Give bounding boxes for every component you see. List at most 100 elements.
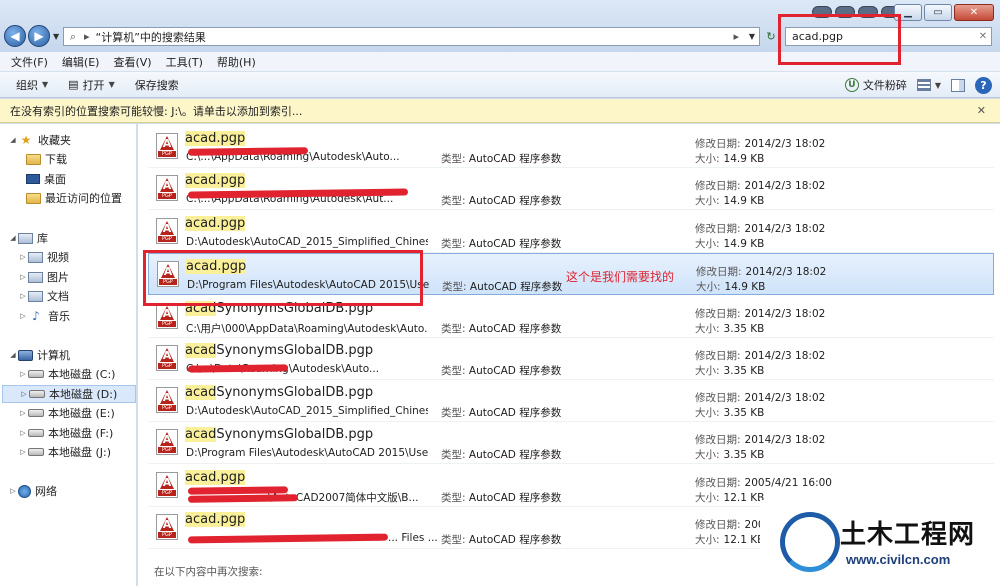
file-type: 类型: AutoCAD 程序参数 — [441, 407, 562, 419]
organize-label: 组织 — [16, 78, 38, 92]
forward-button[interactable]: ▶ — [28, 25, 50, 47]
address-dropdown-icon[interactable]: ▼ — [745, 32, 759, 41]
nav-desktop[interactable]: 桌面 — [26, 170, 66, 188]
menu-edit[interactable]: 编辑(E) — [55, 54, 107, 70]
file-type: 类型: AutoCAD 程序参数 — [441, 449, 562, 461]
organize-button[interactable]: 组织 ▼ — [6, 77, 58, 93]
address-path[interactable]: “计算机”中的搜索结果 — [96, 29, 732, 45]
search-folder-icon: ⌕ — [69, 29, 77, 43]
back-button[interactable]: ◀ — [4, 25, 26, 47]
nav-drive-f[interactable]: ▷ 本地磁盘 (F:) — [18, 424, 113, 442]
drive-icon — [28, 429, 44, 437]
result-row[interactable]: A PGP acad.pgp C:\...\AppData\Roaming\Aut… — [148, 126, 994, 168]
nav-videos[interactable]: ▷ 视频 — [18, 248, 69, 266]
maximize-button[interactable]: ▭ — [924, 4, 952, 21]
pgp-file-icon: A PGP — [156, 175, 178, 201]
result-row[interactable]: A PGP acad.pgp C:\...\AppData\Roaming\Aut… — [148, 168, 994, 210]
file-path: C:\用户\000\AppData\Roaming\Autodesk\Auto.… — [186, 323, 428, 335]
file-modified: 修改日期: 2014/2/3 18:02 — [695, 308, 826, 320]
preview-pane-icon[interactable] — [951, 78, 965, 92]
nav-drive-j[interactable]: ▷ 本地磁盘 (J:) — [18, 443, 111, 461]
clear-search-icon[interactable]: ✕ — [975, 31, 991, 42]
result-row[interactable]: A PGP acadSynonymsGlobalDB.pgp D:\Autodes… — [148, 380, 994, 422]
expand-arrow-icon[interactable]: ▷ — [19, 390, 29, 398]
open-button[interactable]: ▤ 打开 ▼ — [58, 77, 125, 93]
file-type: 类型: AutoCAD 程序参数 — [442, 281, 563, 293]
collapse-arrow-icon[interactable]: ◢ — [8, 351, 18, 359]
file-type: 类型: AutoCAD 程序参数 — [441, 195, 562, 207]
pgp-file-icon: A PGP — [156, 387, 178, 413]
expand-arrow-icon[interactable]: ▷ — [8, 487, 18, 495]
nav-label: 文档 — [47, 290, 69, 303]
nav-documents[interactable]: ▷ 文档 — [18, 287, 69, 305]
nav-label: 收藏夹 — [38, 134, 71, 147]
expand-arrow-icon[interactable]: ▷ — [18, 292, 28, 300]
help-icon[interactable]: ? — [975, 76, 992, 94]
result-row[interactable]: A PGP acad.pgp D:\Autodesk\AutoCAD_2015_S… — [148, 211, 994, 253]
search-highlight-box — [778, 14, 901, 65]
expand-arrow-icon[interactable]: ▷ — [18, 409, 28, 417]
file-modified: 修改日期: 2014/2/3 18:02 — [695, 434, 826, 446]
nav-drive-d[interactable]: ▷ 本地磁盘 (D:) — [2, 385, 136, 403]
nav-drive-e[interactable]: ▷ 本地磁盘 (E:) — [18, 404, 114, 422]
expand-arrow-icon[interactable]: ▷ — [18, 253, 28, 261]
breadcrumb-chevron-icon[interactable]: ▸ — [733, 30, 739, 43]
expand-arrow-icon[interactable]: ▷ — [18, 448, 28, 456]
star-icon: ★ — [20, 133, 32, 147]
file-name: acadSynonymsGlobalDB.pgp — [185, 427, 374, 442]
picture-library-icon — [28, 271, 43, 283]
history-dropdown-icon[interactable]: ▼ — [53, 32, 59, 41]
system-drive-icon — [28, 370, 44, 378]
nav-computer[interactable]: ◢ 计算机 — [8, 346, 70, 364]
expand-arrow-icon[interactable]: ▷ — [18, 429, 28, 437]
collapse-arrow-icon[interactable]: ◢ — [8, 136, 18, 144]
menu-file[interactable]: 文件(F) — [4, 54, 55, 70]
nav-recent[interactable]: 最近访问的位置 — [26, 189, 122, 207]
file-modified: 修改日期: 2005/4/21 16:00 — [695, 477, 832, 489]
file-size: 大小: 3.35 KB — [695, 407, 765, 419]
nav-label: 网络 — [35, 485, 57, 498]
nav-favorites[interactable]: ◢ ★ 收藏夹 — [8, 131, 71, 149]
command-bar-right: U 文件粉碎 ▼ ? — [844, 72, 992, 98]
refresh-icon[interactable]: ↻ — [763, 27, 779, 46]
expand-arrow-icon[interactable]: ▷ — [18, 312, 28, 320]
file-modified: 修改日期: 2014/2/3 18:02 — [695, 350, 826, 362]
nav-label: 本地磁盘 (D:) — [49, 388, 118, 401]
file-type: 类型: AutoCAD 程序参数 — [441, 534, 562, 546]
expand-arrow-icon[interactable]: ▷ — [18, 273, 28, 281]
nav-label: 桌面 — [44, 173, 66, 186]
view-options-button[interactable]: ▼ — [916, 79, 941, 91]
address-bar[interactable]: ⌕ ▸ “计算机”中的搜索结果 ▸ ▼ — [63, 27, 760, 46]
expand-arrow-icon[interactable]: ▷ — [18, 370, 28, 378]
result-row[interactable]: A PGP acadSynonymsGlobalDB.pgp D:\Program… — [148, 422, 994, 464]
shredder-button[interactable]: U 文件粉碎 — [844, 77, 907, 93]
file-name: acad.pgp — [185, 512, 246, 527]
save-search-button[interactable]: 保存搜索 — [125, 77, 189, 93]
menu-view[interactable]: 查看(V) — [106, 54, 158, 70]
file-size: 大小: 14.9 KB — [695, 238, 765, 250]
nav-music[interactable]: ▷ ♪ 音乐 — [18, 307, 70, 325]
open-label: 打开 — [82, 78, 105, 92]
index-info-bar[interactable]: 在没有索引的位置搜索可能较慢: J:\。请单击以添加到索引... ✕ — [0, 99, 1000, 123]
desktop-icon — [26, 174, 40, 184]
nav-network[interactable]: ▷ 网络 — [8, 482, 57, 500]
close-button[interactable]: ✕ — [954, 4, 994, 21]
nav-label: 本地磁盘 (J:) — [48, 446, 112, 459]
menu-help[interactable]: 帮助(H) — [210, 54, 263, 70]
nav-pictures[interactable]: ▷ 图片 — [18, 268, 69, 286]
redaction-mark — [187, 486, 289, 495]
file-size: 大小: 14.9 KB — [695, 195, 765, 207]
result-row[interactable]: APGP acadSynonymsGlobalDB.pgp C:\...\Dat… — [148, 338, 994, 380]
nav-drive-c[interactable]: ▷ 本地磁盘 (C:) — [18, 365, 115, 383]
nav-downloads[interactable]: 下载 — [26, 150, 67, 168]
nav-libraries[interactable]: ◢ 库 — [8, 229, 48, 247]
close-info-bar-icon[interactable]: ✕ — [977, 104, 986, 117]
file-name: acad.pgp — [185, 470, 246, 485]
breadcrumb-chevron-icon[interactable]: ▸ — [84, 30, 90, 43]
nav-label: 音乐 — [48, 310, 70, 323]
collapse-arrow-icon[interactable]: ◢ — [8, 234, 18, 242]
view-icon — [916, 79, 931, 91]
nav-label: 下载 — [45, 153, 67, 166]
save-search-label: 保存搜索 — [134, 78, 179, 92]
menu-tools[interactable]: 工具(T) — [159, 54, 210, 70]
